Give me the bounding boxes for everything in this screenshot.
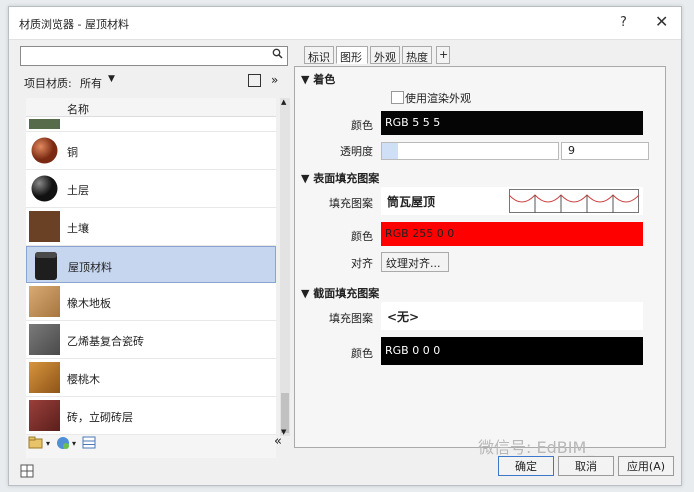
- section-cut-pattern[interactable]: ▼ 截面填充图案: [301, 285, 379, 301]
- add-tab-button[interactable]: +: [436, 46, 450, 64]
- surface-pattern-label: 填充图案: [329, 197, 373, 210]
- pattern-preview-icon: [509, 189, 639, 213]
- transparency-fill: [382, 143, 398, 159]
- transparency-label: 透明度: [340, 145, 373, 158]
- watermark: 微信号: EdBIM_: [478, 438, 595, 457]
- align-label: 对齐: [351, 257, 373, 270]
- section-shading[interactable]: ▼ 着色: [301, 71, 335, 87]
- cut-color-value: RGB 0 0 0: [385, 344, 441, 357]
- texture-align-button[interactable]: 纹理对齐...: [381, 252, 449, 272]
- cancel-button[interactable]: 取消: [558, 456, 614, 476]
- title-bar: 材质浏览器 - 屋顶材料 ? ✕: [9, 7, 681, 40]
- tab-thermal[interactable]: 热度: [402, 46, 432, 64]
- apply-button[interactable]: 应用(A): [618, 456, 674, 476]
- left-overlay: [12, 46, 287, 468]
- close-button[interactable]: ✕: [655, 12, 668, 31]
- use-render-appearance-label: 使用渲染外观: [405, 92, 471, 105]
- shading-color-value: RGB 5 5 5: [385, 116, 441, 129]
- surface-color-swatch[interactable]: RGB 255 0 0: [381, 222, 643, 246]
- cut-pattern-selector[interactable]: <无>: [381, 302, 643, 330]
- tab-identity[interactable]: 标识: [304, 46, 334, 64]
- cut-pattern-label: 填充图案: [329, 312, 373, 325]
- cut-color-label: 颜色: [351, 347, 373, 360]
- surface-pattern-name: 筒瓦屋顶: [387, 195, 436, 209]
- section-surface-pattern[interactable]: ▼ 表面填充图案: [301, 170, 379, 186]
- tab-graphics[interactable]: 图形: [336, 46, 368, 64]
- window-title: 材质浏览器 - 屋顶材料: [19, 18, 129, 31]
- surface-color-label: 颜色: [351, 230, 373, 243]
- texture-align-label: 纹理对齐...: [386, 257, 441, 270]
- shading-color-label: 颜色: [351, 119, 373, 132]
- cut-pattern-name: <无>: [387, 310, 420, 324]
- material-editor-panel: 标识 图形 外观 热度 + ▼ 着色 使用渲染外观 颜色 RGB 5 5 5 透…: [294, 46, 666, 448]
- shading-color-swatch[interactable]: RGB 5 5 5: [381, 111, 643, 135]
- surface-pattern-selector[interactable]: 筒瓦屋顶: [381, 187, 643, 215]
- tab-appearance[interactable]: 外观: [370, 46, 400, 64]
- surface-color-value: RGB 255 0 0: [385, 227, 455, 240]
- transparency-value: 9: [568, 144, 575, 157]
- transparency-slider[interactable]: [381, 142, 559, 160]
- transparency-input[interactable]: 9: [561, 142, 649, 160]
- use-render-appearance-checkbox[interactable]: [391, 91, 404, 104]
- cut-color-swatch[interactable]: RGB 0 0 0: [381, 337, 643, 365]
- help-button[interactable]: ?: [620, 15, 627, 30]
- ok-button[interactable]: 确定: [498, 456, 554, 476]
- graphics-panel: ▼ 着色 使用渲染外观 颜色 RGB 5 5 5 透明度 9 ▼ 表面填充图案 …: [294, 66, 666, 448]
